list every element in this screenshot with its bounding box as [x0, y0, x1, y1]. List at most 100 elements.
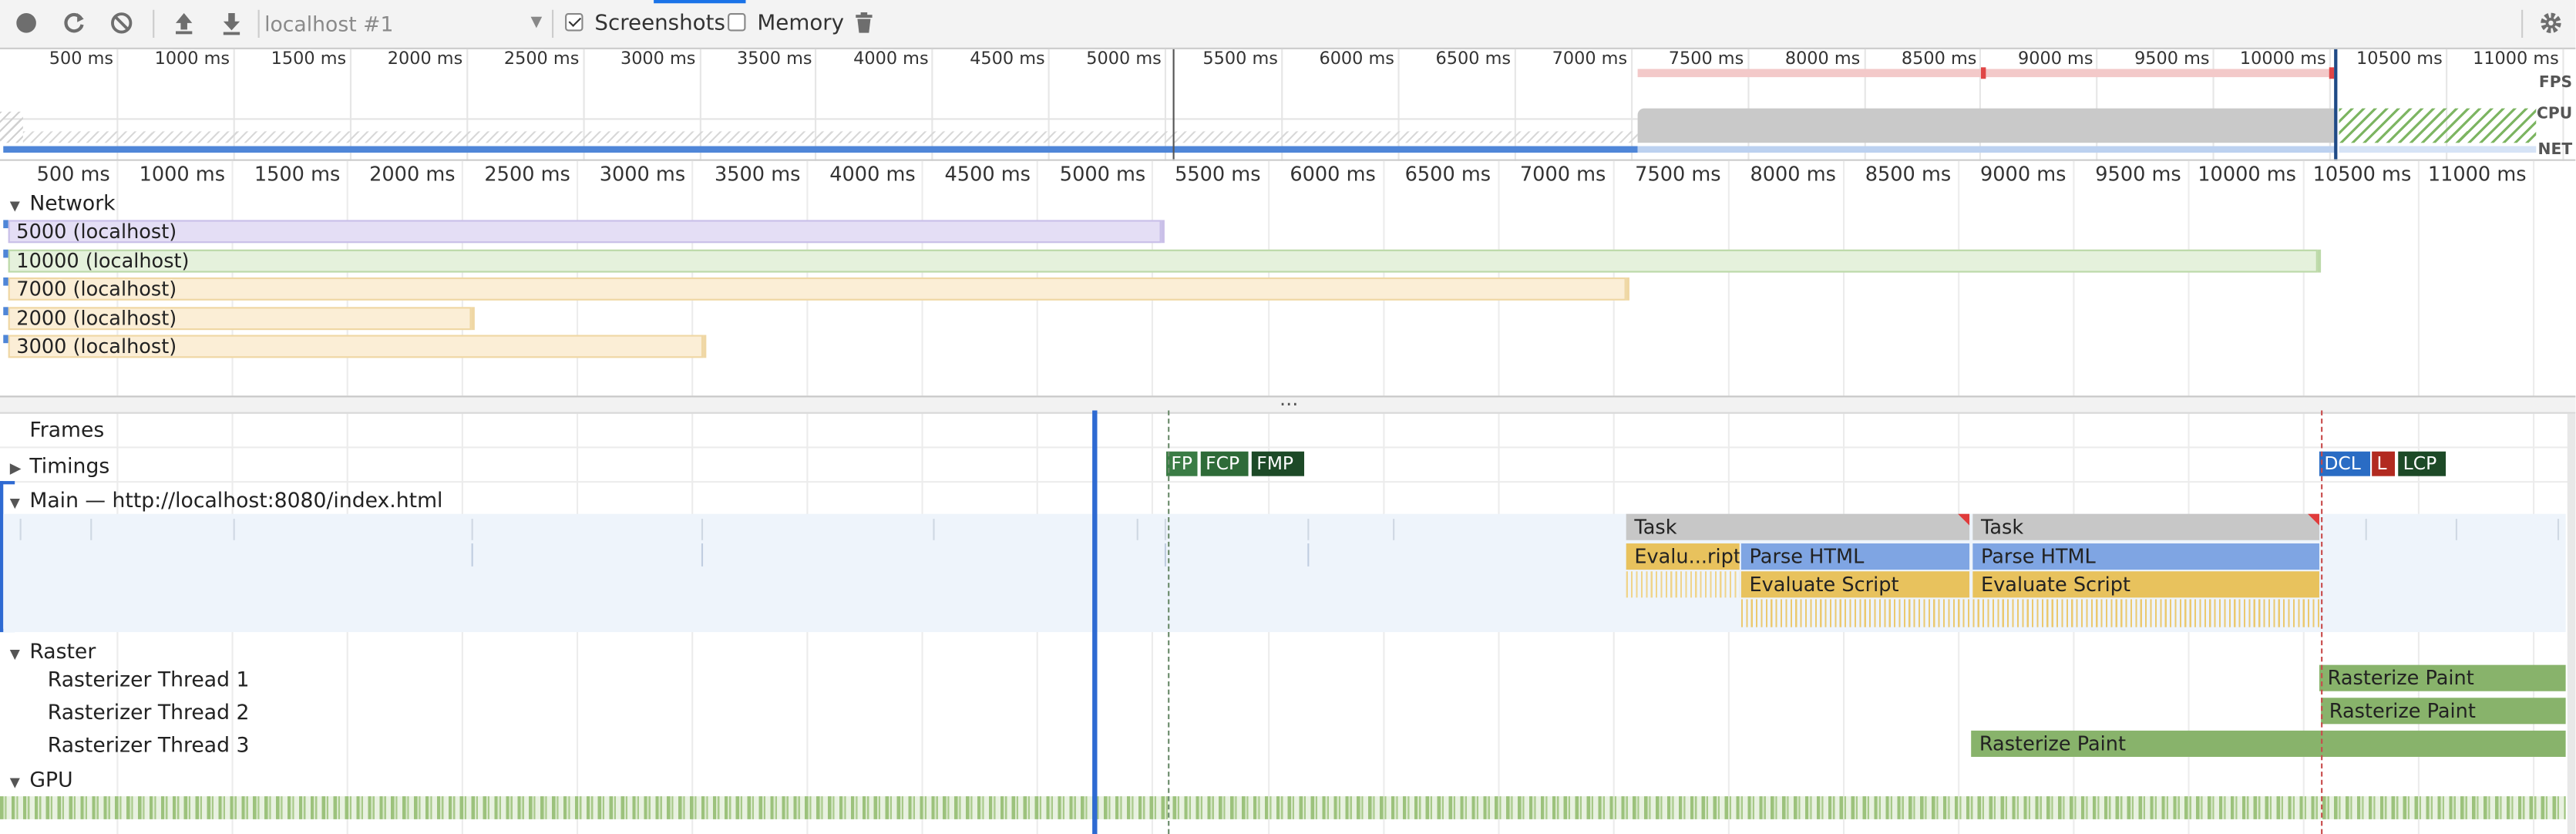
timing-marker-fcp[interactable]: FCP [1200, 451, 1249, 476]
cpu-hatch [0, 111, 23, 143]
timing-marker-fp[interactable]: FP [1166, 451, 1198, 476]
vertical-scrollbar[interactable] [2567, 413, 2576, 834]
task-event[interactable]: Task [1972, 513, 2319, 540]
network-request-bar[interactable]: 10000 (localhost) [8, 248, 2318, 272]
network-request-label: 5000 (localhost) [16, 220, 177, 244]
overview-tick-label: 8000 ms [1784, 49, 1861, 69]
script-subcalls [1626, 571, 1740, 598]
rasterizer-thread-2-label[interactable]: Rasterizer Thread 2 [48, 699, 250, 724]
parse-html-event[interactable]: Parse HTML [1972, 543, 2319, 570]
timeline-overview[interactable]: 500 ms 1000 ms 1500 ms 2000 ms 2500 ms 3000 m… [0, 49, 2575, 161]
rasterize-paint-event[interactable]: Rasterize Paint [2319, 664, 2566, 691]
overview-tick-label: 5500 ms [1202, 49, 1278, 69]
splitter-handle[interactable]: ... [1280, 388, 1298, 411]
main-track-tick [701, 543, 704, 567]
main-track-tick [2455, 519, 2457, 540]
chevron-down-icon: ▼ [530, 15, 543, 32]
gpu-track[interactable] [0, 796, 2566, 819]
record-icon[interactable] [13, 10, 39, 36]
overview-tick-label: 500 ms [49, 49, 114, 69]
main-track-tick [701, 519, 704, 540]
overview-cursor-line [1172, 49, 1175, 161]
network-request-bar[interactable]: 7000 (localhost) [8, 277, 1626, 301]
cursor-line [1092, 410, 1097, 834]
expand-triangle-icon[interactable]: ▼ [10, 199, 30, 214]
gear-icon[interactable] [2537, 10, 2564, 36]
evaluate-script-event[interactable]: Evalu...ript [1626, 543, 1740, 570]
expand-triangle-icon[interactable]: ▼ [10, 775, 30, 789]
network-section-header[interactable]: ▼ Network [10, 190, 116, 215]
network-request-bar[interactable]: 5000 (localhost) [8, 220, 1162, 244]
overview-tick-label: 11000 ms [2473, 49, 2559, 69]
timing-marker-lcp[interactable]: LCP [2398, 451, 2447, 476]
timing-marker-l[interactable]: L [2372, 451, 2395, 476]
evaluate-script-event[interactable]: Evaluate Script [1740, 571, 1970, 598]
main-track-tick [19, 519, 22, 540]
network-request-bar[interactable]: 2000 (localhost) [8, 306, 472, 330]
overview-tick-label: 8500 ms [1901, 49, 1977, 69]
evaluate-script-event[interactable]: Evaluate Script [1972, 571, 2319, 598]
screenshots-label: Screenshots [594, 11, 725, 36]
overview-tick-label: 3500 ms [737, 49, 812, 69]
main-track-tick [90, 519, 92, 540]
tab-indicator [654, 0, 746, 4]
net-bar [3, 146, 1638, 153]
reload-icon[interactable] [61, 10, 87, 36]
overview-tick-label: 9000 ms [2018, 49, 2093, 69]
network-request-label: 7000 (localhost) [16, 277, 177, 301]
upload-icon[interactable] [171, 10, 197, 36]
main-track-tick [1136, 519, 1138, 540]
panel-splitter[interactable]: ... [0, 388, 2576, 414]
expand-triangle-icon[interactable]: ▼ [10, 496, 30, 510]
fps-label: FPS [2538, 73, 2573, 92]
main-track-tick [471, 543, 473, 567]
target-select[interactable]: localhost #1 ▼ [264, 8, 545, 39]
memory-checkbox[interactable] [728, 13, 746, 32]
overview-tick-label: 1500 ms [271, 49, 347, 69]
clear-icon[interactable] [109, 10, 135, 36]
overview-tick-label: 9500 ms [2134, 49, 2210, 69]
rasterize-paint-event[interactable]: Rasterize Paint [2321, 698, 2566, 725]
collapse-triangle-icon[interactable]: ▶ [10, 462, 30, 478]
gpu-section-header[interactable]: ▼ GPU [10, 767, 73, 792]
main-section-header[interactable]: ▼ Main — http://localhost:8080/index.html [10, 488, 443, 513]
cpu-idle-hatch [22, 131, 1638, 143]
parse-html-event[interactable]: Parse HTML [1740, 543, 1970, 570]
network-request-start-marker [3, 335, 8, 345]
screenshots-checkbox[interactable] [565, 13, 583, 32]
main-track-tick [233, 519, 235, 540]
download-icon[interactable] [218, 10, 244, 36]
fps-bar [1637, 69, 2336, 78]
overview-selection-line[interactable] [2334, 49, 2338, 161]
network-request-start-marker [3, 277, 8, 287]
expand-triangle-icon[interactable]: ▼ [10, 647, 30, 661]
timing-marker-fmp[interactable]: FMP [1251, 451, 1305, 476]
network-request-end-marker [703, 335, 707, 359]
network-request-label: 10000 (localhost) [16, 248, 190, 272]
rasterize-paint-event[interactable]: Rasterize Paint [1971, 730, 2566, 757]
long-task-warning-icon [1958, 513, 1970, 526]
network-request-label: 3000 (localhost) [16, 335, 177, 359]
overview-tick-label: 1000 ms [154, 49, 230, 69]
overview-tick-label: 7500 ms [1668, 49, 1744, 69]
main-track-tick [1164, 519, 1167, 540]
trash-icon[interactable] [851, 10, 877, 36]
network-request-bar[interactable]: 3000 (localhost) [8, 335, 704, 359]
overview-tick-label: 10500 ms [2356, 49, 2443, 69]
gpu-title: GPU [29, 766, 73, 792]
timings-section-header[interactable]: ▶ Timings [10, 453, 109, 478]
main-track-tick [1307, 519, 1310, 540]
task-event[interactable]: Task [1626, 513, 1970, 540]
raster-section-header[interactable]: ▼ Raster [10, 639, 96, 664]
timing-marker-dcl[interactable]: DCL [2319, 451, 2371, 476]
main-track-tick [471, 519, 473, 540]
toolbar-separator [257, 9, 260, 38]
rasterizer-thread-3-label[interactable]: Rasterizer Thread 3 [48, 732, 250, 757]
timings-title: Timings [29, 452, 110, 478]
frames-title[interactable]: Frames [29, 417, 104, 442]
toolbar-separator [2521, 9, 2524, 38]
target-select-value: localhost #1 [264, 11, 394, 36]
network-title: Network [29, 190, 116, 216]
network-request-start-marker [3, 306, 8, 315]
rasterizer-thread-1-label[interactable]: Rasterizer Thread 1 [48, 667, 250, 691]
